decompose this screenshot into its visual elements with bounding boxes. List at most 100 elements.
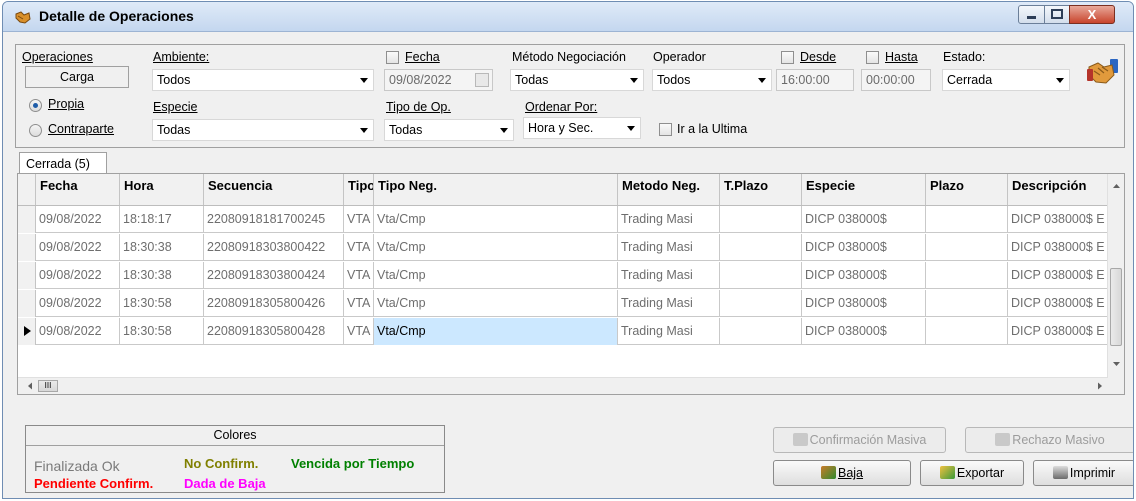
cell-tipo[interactable]: VTA xyxy=(344,262,374,289)
col-tipo[interactable]: Tipo xyxy=(344,174,374,205)
cell-tipo-neg[interactable]: Vta/Cmp xyxy=(374,262,618,289)
handshake-icon[interactable] xyxy=(1086,55,1120,89)
cell-secuencia[interactable]: 22080918303800424 xyxy=(204,262,344,289)
col-plazo[interactable]: Plazo xyxy=(926,174,1008,205)
exportar-button[interactable]: Exportar xyxy=(920,460,1024,486)
ordenar-select[interactable]: Hora y Sec. xyxy=(523,117,641,139)
desde-field[interactable]: 16:00:00 xyxy=(776,69,854,91)
cell-tipo[interactable]: VTA xyxy=(344,234,374,261)
row-header[interactable] xyxy=(18,234,36,261)
cell-especie[interactable]: DICP 038000$ xyxy=(802,318,926,345)
col-especie[interactable]: Especie xyxy=(802,174,926,205)
cell-secuencia[interactable]: 22080918305800426 xyxy=(204,290,344,317)
confirmacion-masiva-button[interactable]: Confirmación Masiva xyxy=(773,427,946,453)
col-descripcion[interactable]: Descripción xyxy=(1008,174,1108,205)
minimize-button[interactable] xyxy=(1018,5,1045,24)
metodo-select[interactable]: Todas xyxy=(510,69,644,91)
cell-plazo[interactable] xyxy=(926,262,1008,289)
ir-ultima-label[interactable]: Ir a la Ultima xyxy=(677,122,747,136)
cell-t-plazo[interactable] xyxy=(720,234,802,261)
especie-select[interactable]: Todas xyxy=(152,119,374,141)
cell-fecha[interactable]: 09/08/2022 xyxy=(36,234,120,261)
cell-especie[interactable]: DICP 038000$ xyxy=(802,262,926,289)
cell-plazo[interactable] xyxy=(926,206,1008,233)
propia-label[interactable]: Propia xyxy=(48,97,84,111)
fecha-field[interactable]: 09/08/2022 xyxy=(384,69,493,91)
ambiente-select[interactable]: Todos xyxy=(152,69,374,91)
cell-fecha[interactable]: 09/08/2022 xyxy=(36,206,120,233)
col-tipo-neg[interactable]: Tipo Neg. xyxy=(374,174,618,205)
propia-radio[interactable] xyxy=(29,99,42,112)
table-row[interactable]: 09/08/2022 18:30:58 22080918305800426 VTA Vt… xyxy=(18,290,1108,317)
imprimir-button[interactable]: Imprimir xyxy=(1033,460,1133,486)
cell-metodo-neg[interactable]: Trading Masi xyxy=(618,318,720,345)
hasta-field[interactable]: 00:00:00 xyxy=(861,69,931,91)
cell-secuencia[interactable]: 22080918181700245 xyxy=(204,206,344,233)
col-metodo-neg[interactable]: Metodo Neg. xyxy=(618,174,720,205)
cell-plazo[interactable] xyxy=(926,234,1008,261)
rechazo-masivo-button[interactable]: Rechazo Masivo xyxy=(965,427,1133,453)
cell-descripcion[interactable]: DICP 038000$ E xyxy=(1008,234,1108,261)
cell-hora[interactable]: 18:30:38 xyxy=(120,262,204,289)
cell-hora[interactable]: 18:18:17 xyxy=(120,206,204,233)
cell-tipo-neg[interactable]: Vta/Cmp xyxy=(374,318,618,345)
cell-metodo-neg[interactable]: Trading Masi xyxy=(618,262,720,289)
cell-tipo-neg[interactable]: Vta/Cmp xyxy=(374,206,618,233)
horizontal-scroll-thumb[interactable]: III xyxy=(38,380,58,392)
row-header[interactable] xyxy=(18,318,36,345)
cell-secuencia[interactable]: 22080918305800428 xyxy=(204,318,344,345)
hasta-checkbox[interactable] xyxy=(866,51,879,64)
operador-select[interactable]: Todos xyxy=(652,69,772,91)
cell-fecha[interactable]: 09/08/2022 xyxy=(36,290,120,317)
vertical-scrollbar[interactable] xyxy=(1107,174,1124,394)
row-header[interactable] xyxy=(18,262,36,289)
cell-descripcion[interactable]: DICP 038000$ E xyxy=(1008,206,1108,233)
tab-cerrada[interactable]: Cerrada (5) xyxy=(19,152,107,175)
col-fecha[interactable]: Fecha xyxy=(36,174,120,205)
close-button[interactable]: X xyxy=(1069,5,1115,24)
cell-especie[interactable]: DICP 038000$ xyxy=(802,234,926,261)
cell-hora[interactable]: 18:30:58 xyxy=(120,290,204,317)
cell-t-plazo[interactable] xyxy=(720,318,802,345)
maximize-button[interactable] xyxy=(1044,5,1070,24)
cell-t-plazo[interactable] xyxy=(720,262,802,289)
cell-descripcion[interactable]: DICP 038000$ E xyxy=(1008,318,1108,345)
cell-plazo[interactable] xyxy=(926,290,1008,317)
table-row[interactable]: 09/08/2022 18:30:38 22080918303800424 VTA Vt… xyxy=(18,262,1108,289)
baja-button[interactable]: Baja xyxy=(773,460,911,486)
cell-tipo[interactable]: VTA xyxy=(344,318,374,345)
ir-ultima-checkbox[interactable] xyxy=(659,123,672,136)
cell-metodo-neg[interactable]: Trading Masi xyxy=(618,290,720,317)
cell-tipo[interactable]: VTA xyxy=(344,206,374,233)
horizontal-scrollbar[interactable]: III xyxy=(18,377,1108,394)
cell-metodo-neg[interactable]: Trading Masi xyxy=(618,206,720,233)
cell-t-plazo[interactable] xyxy=(720,206,802,233)
cell-plazo[interactable] xyxy=(926,318,1008,345)
table-row[interactable]: 09/08/2022 18:30:38 22080918303800422 VTA Vt… xyxy=(18,234,1108,261)
cell-tipo-neg[interactable]: Vta/Cmp xyxy=(374,290,618,317)
cell-tipo[interactable]: VTA xyxy=(344,290,374,317)
estado-select[interactable]: Cerrada xyxy=(942,69,1070,91)
contraparte-radio[interactable] xyxy=(29,124,42,137)
contraparte-label[interactable]: Contraparte xyxy=(48,122,114,136)
cell-metodo-neg[interactable]: Trading Masi xyxy=(618,234,720,261)
vertical-scroll-thumb[interactable] xyxy=(1110,268,1122,346)
col-hora[interactable]: Hora xyxy=(120,174,204,205)
table-row[interactable]: 09/08/2022 18:18:17 22080918181700245 VTA Vt… xyxy=(18,206,1108,233)
cell-secuencia[interactable]: 22080918303800422 xyxy=(204,234,344,261)
cell-hora[interactable]: 18:30:38 xyxy=(120,234,204,261)
cell-especie[interactable]: DICP 038000$ xyxy=(802,206,926,233)
calendar-icon[interactable] xyxy=(475,73,489,87)
table-row[interactable]: 09/08/2022 18:30:58 22080918305800428 VTA Vt… xyxy=(18,318,1108,345)
cell-t-plazo[interactable] xyxy=(720,290,802,317)
cell-descripcion[interactable]: DICP 038000$ E xyxy=(1008,290,1108,317)
tipo-op-select[interactable]: Todas xyxy=(384,119,514,141)
desde-checkbox[interactable] xyxy=(781,51,794,64)
cell-descripcion[interactable]: DICP 038000$ E xyxy=(1008,262,1108,289)
cell-fecha[interactable]: 09/08/2022 xyxy=(36,262,120,289)
cell-tipo-neg[interactable]: Vta/Cmp xyxy=(374,234,618,261)
row-header[interactable] xyxy=(18,290,36,317)
fecha-checkbox[interactable] xyxy=(386,51,399,64)
cell-especie[interactable]: DICP 038000$ xyxy=(802,290,926,317)
col-secuencia[interactable]: Secuencia xyxy=(204,174,344,205)
